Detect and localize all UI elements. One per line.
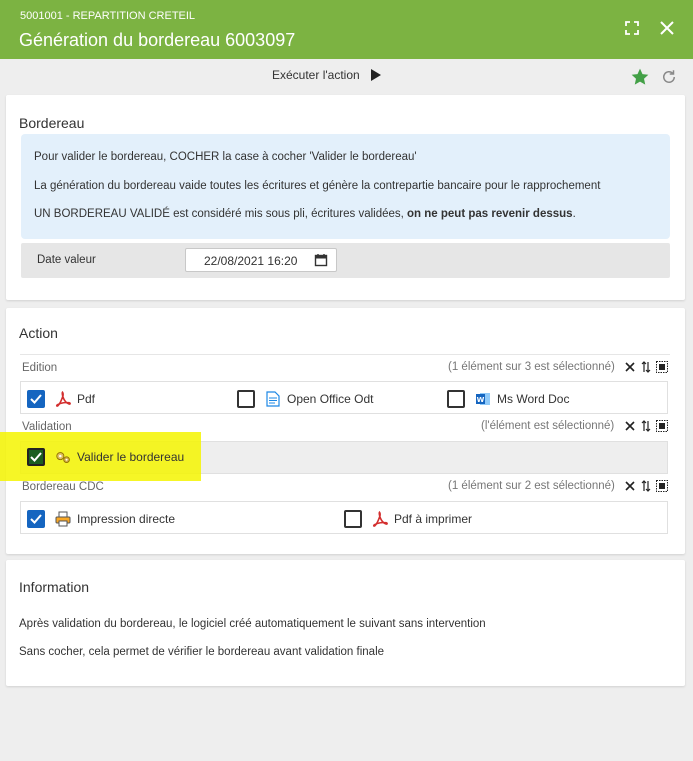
sort-icon[interactable] <box>640 480 652 492</box>
dialog-header: 5001001 - REPARTITION CRETEIL Génération… <box>0 0 693 59</box>
refresh-icon[interactable] <box>658 66 680 88</box>
pdf-icon <box>372 511 388 527</box>
checkbox-pdf-a-imprimer[interactable] <box>344 510 362 528</box>
option-valider-le-bordereau[interactable]: Valider le bordereau <box>27 447 184 467</box>
sort-icon[interactable] <box>640 420 652 432</box>
clear-icon[interactable] <box>624 480 636 492</box>
info-line-3: UN BORDEREAU VALIDÉ est considéré mis so… <box>34 208 576 220</box>
checkbox-pdf[interactable] <box>27 390 45 408</box>
date-valeur-field[interactable]: 22/08/2021 16:20 <box>185 248 337 272</box>
sort-icon[interactable] <box>640 361 652 373</box>
option-open-office-odt[interactable]: Open Office Odt <box>237 389 374 409</box>
information-line-2: Sans cocher, cela permet de vérifier le … <box>19 646 385 658</box>
group-validation-status: (l'élément est sélectionné) <box>481 420 615 432</box>
info-line-2: La génération du bordereau vaide toutes … <box>34 180 601 192</box>
calendar-icon[interactable] <box>314 253 328 267</box>
action-toolbar: Exécuter l'action <box>0 59 693 95</box>
execute-action-label: Exécuter l'action <box>272 68 360 82</box>
group-cdc-options: Impression directe Pdf à imprimer <box>20 501 668 534</box>
option-pdf-a-imprimer-label: Pdf à imprimer <box>394 512 473 526</box>
option-impression-directe[interactable]: Impression directe <box>27 509 175 529</box>
info-line-1: Pour valider le bordereau, COCHER la cas… <box>34 151 417 163</box>
select-all-icon[interactable] <box>656 420 668 432</box>
checkbox-impression-directe[interactable] <box>27 510 45 528</box>
group-edition-status: (1 élément sur 3 est sélectionné) <box>448 361 615 373</box>
option-pdf[interactable]: Pdf <box>27 389 95 409</box>
group-cdc-status: (1 élément sur 2 est sélectionné) <box>448 480 615 492</box>
printer-icon <box>55 511 71 527</box>
info-line-3-bold: on ne peut pas revenir dessus <box>407 208 573 220</box>
bordereau-title: Bordereau <box>19 115 85 131</box>
clear-icon[interactable] <box>624 420 636 432</box>
group-cdc-label: Bordereau CDC <box>22 481 104 493</box>
play-icon <box>370 68 382 82</box>
option-open-office-odt-label: Open Office Odt <box>287 392 374 406</box>
word-icon: W <box>475 391 491 407</box>
pdf-icon <box>55 391 71 407</box>
clear-icon[interactable] <box>624 361 636 373</box>
information-title: Information <box>19 579 90 595</box>
star-icon[interactable] <box>629 66 651 88</box>
information-card: Information Après validation du borderea… <box>6 560 685 686</box>
info-line-3-text: UN BORDEREAU VALIDÉ est considéré mis so… <box>34 208 408 220</box>
option-pdf-a-imprimer[interactable]: Pdf à imprimer <box>344 509 472 529</box>
option-impression-directe-label: Impression directe <box>77 512 176 526</box>
fullscreen-icon[interactable] <box>620 16 644 40</box>
execute-action-button[interactable]: Exécuter l'action <box>272 68 382 82</box>
information-line-1: Après validation du bordereau, le logici… <box>19 618 486 630</box>
checkbox-valider-le-bordereau[interactable] <box>27 448 45 466</box>
dialog-title: Génération du bordereau 6003097 <box>19 30 296 50</box>
svg-text:W: W <box>477 396 485 404</box>
action-title: Action <box>19 325 58 341</box>
option-pdf-label: Pdf <box>77 392 96 406</box>
group-edition-label: Edition <box>22 362 58 374</box>
document-icon <box>265 391 281 407</box>
close-icon[interactable] <box>655 16 679 40</box>
select-all-icon[interactable] <box>656 480 668 492</box>
group-edition-options: Pdf Open Office Odt W Ms Word Doc <box>20 381 668 414</box>
option-ms-word-doc-label: Ms Word Doc <box>497 392 570 406</box>
option-ms-word-doc[interactable]: W Ms Word Doc <box>447 389 569 409</box>
checkbox-ms-word-doc[interactable] <box>447 390 465 408</box>
gears-icon <box>55 449 71 465</box>
select-all-icon[interactable] <box>656 361 668 373</box>
option-valider-le-bordereau-label: Valider le bordereau <box>77 450 185 464</box>
group-edition-header: Edition (1 élément sur 3 est sélectionné… <box>20 354 670 379</box>
date-valeur-row: Date valeur 22/08/2021 16:20 <box>21 243 670 278</box>
dialog-subtitle: 5001001 - REPARTITION CRETEIL <box>20 10 196 22</box>
info-line-3-end: . <box>572 208 576 220</box>
action-card: Action Edition (1 élément sur 3 est séle… <box>6 308 685 554</box>
date-valeur-value: 22/08/2021 16:20 <box>204 254 298 268</box>
bordereau-card: Bordereau Pour valider le bordereau, COC… <box>6 95 685 300</box>
date-valeur-label: Date valeur <box>37 254 96 266</box>
info-box: Pour valider le bordereau, COCHER la cas… <box>21 134 670 239</box>
checkbox-open-office-odt[interactable] <box>237 390 255 408</box>
